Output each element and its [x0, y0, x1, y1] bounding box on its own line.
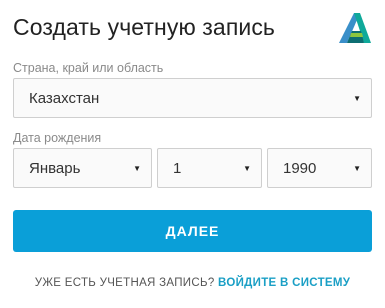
country-label: Страна, край или область [13, 61, 164, 75]
country-select[interactable]: Казахстан ▼ [13, 78, 372, 118]
birthdate-label: Дата рождения [13, 131, 102, 145]
birth-month-value: Январь [29, 160, 81, 177]
chevron-down-icon: ▼ [243, 164, 251, 173]
create-account-form: Создать учетную запись Страна, край или … [0, 0, 385, 308]
autodesk-logo-icon [339, 13, 371, 43]
chevron-down-icon: ▼ [353, 164, 361, 173]
chevron-down-icon: ▼ [353, 94, 361, 103]
country-value: Казахстан [29, 90, 100, 107]
chevron-down-icon: ▼ [133, 164, 141, 173]
birth-year-select[interactable]: 1990 ▼ [267, 148, 372, 188]
birth-day-select[interactable]: 1 ▼ [157, 148, 262, 188]
sign-in-link[interactable]: ВОЙДИТЕ В СИСТЕМУ [218, 277, 350, 289]
page-title: Создать учетную запись [13, 14, 276, 40]
have-account-text: УЖЕ ЕСТЬ УЧЕТНАЯ ЗАПИСЬ? [34, 277, 215, 289]
sign-in-prompt: УЖЕ ЕСТЬ УЧЕТНАЯ ЗАПИСЬ? ВОЙДИТЕ В СИСТЕ… [0, 277, 385, 289]
next-button[interactable]: ДАЛЕЕ [13, 210, 372, 252]
birth-day-value: 1 [173, 160, 182, 177]
birth-month-select[interactable]: Январь ▼ [13, 148, 152, 188]
birth-year-value: 1990 [283, 160, 317, 177]
